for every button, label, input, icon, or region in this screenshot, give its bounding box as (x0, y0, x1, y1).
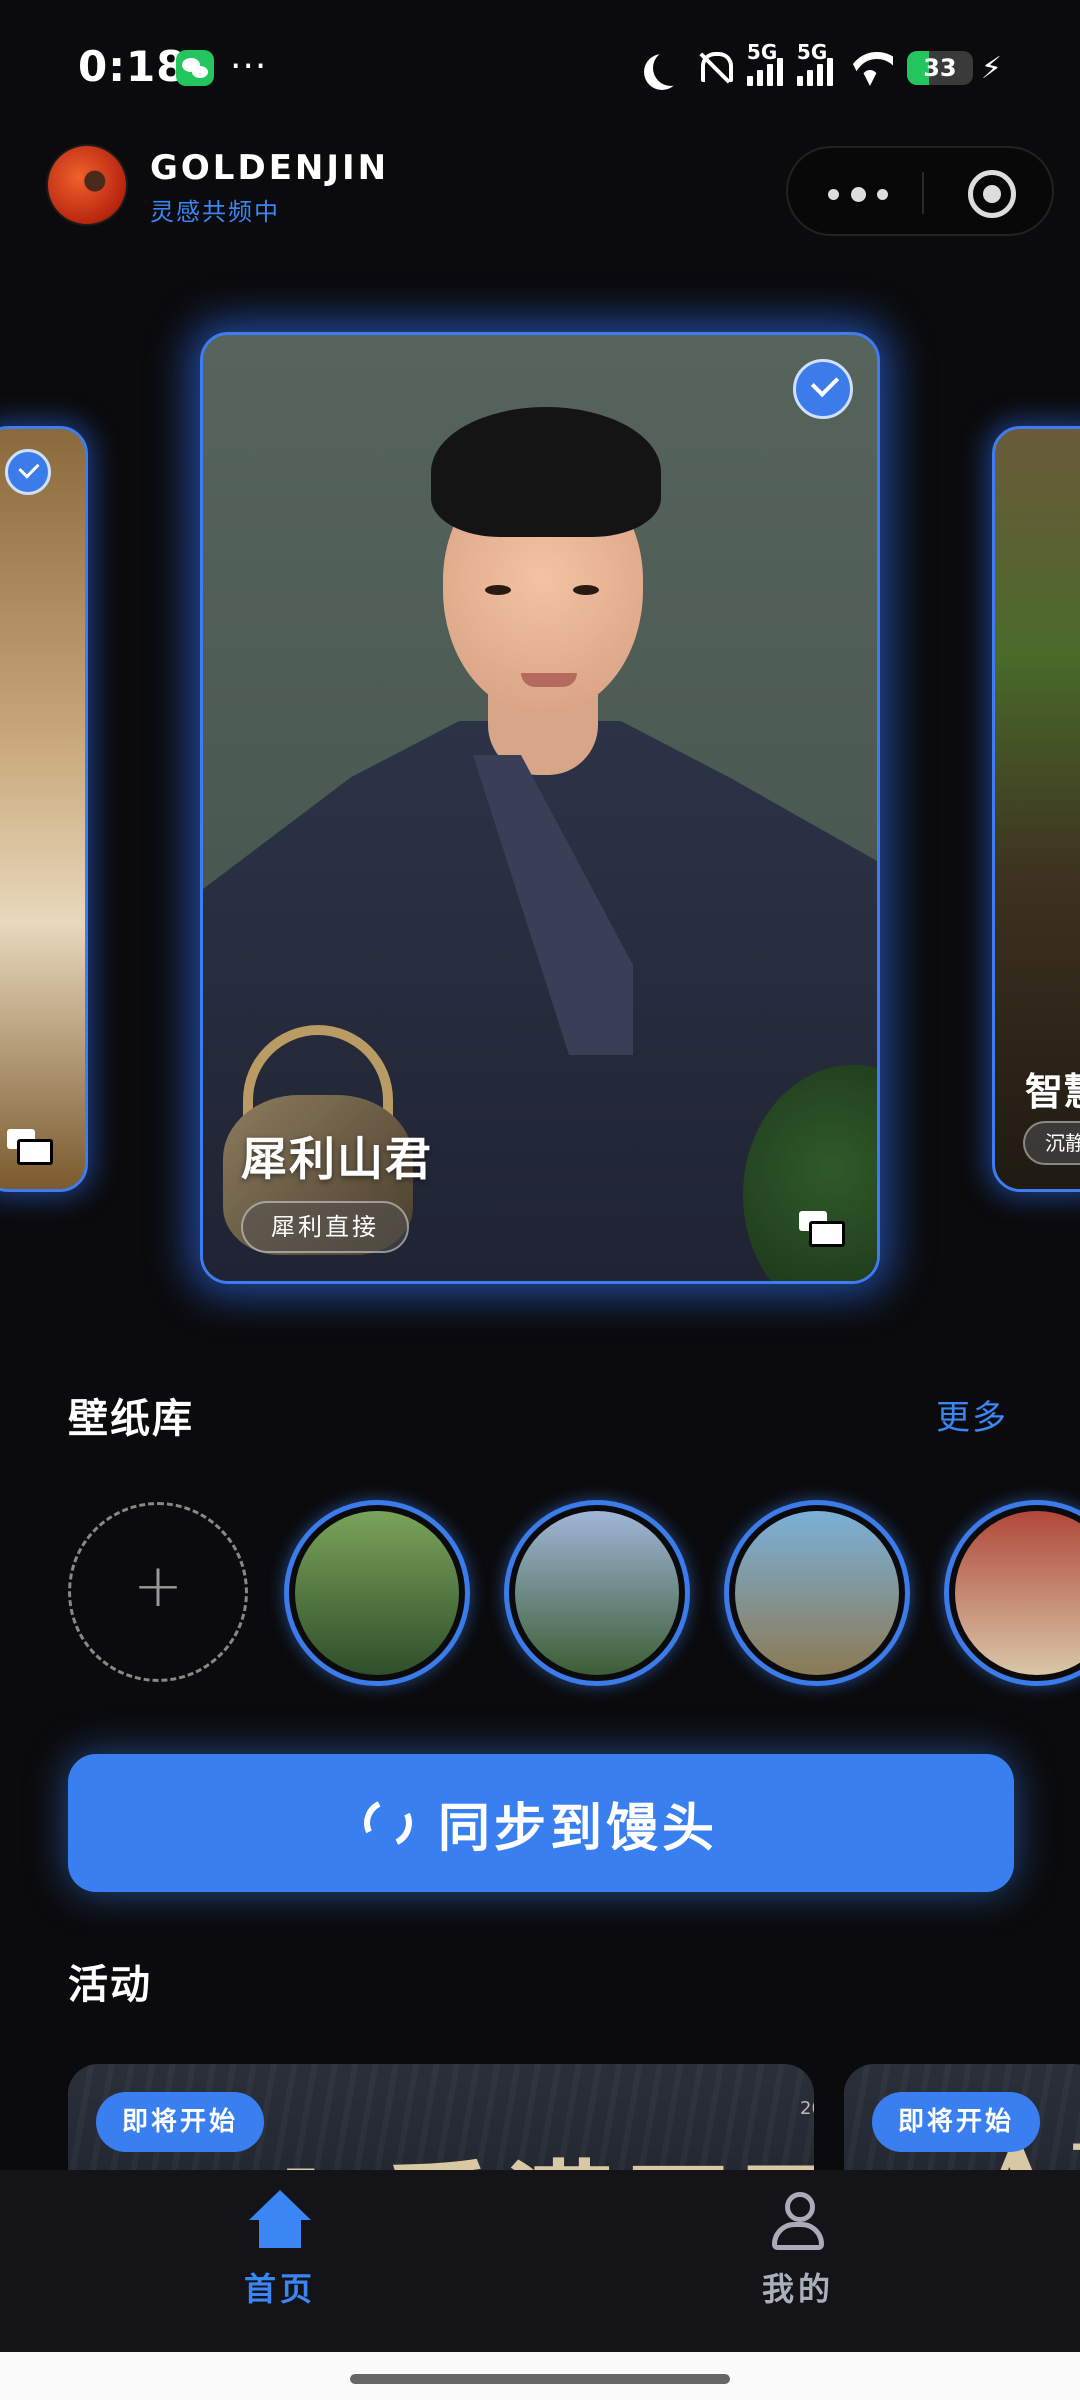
status-icons: 5G 5G 33 ⚡ (643, 40, 1002, 92)
selected-check-icon (5, 449, 51, 495)
network-type-label: 5G (796, 40, 828, 64)
status-bar: 0:18 ··· 5G 5G 33 ⚡ (0, 0, 1080, 130)
sync-button-label: 同步到馒头 (437, 1798, 718, 1859)
wallpaper-thumbnail[interactable] (724, 1500, 910, 1686)
wallpaper-section-title: 壁纸库 (68, 1396, 194, 1442)
persona-name: 犀利山君 (241, 1132, 433, 1186)
sync-icon (357, 1792, 419, 1854)
plus-icon: + (132, 1551, 184, 1621)
wallpaper-image (515, 1511, 679, 1675)
status-badge: 即将开始 (872, 2092, 1041, 2152)
persona-eye-left (485, 585, 511, 595)
more-notifications-icon: ··· (230, 46, 268, 87)
muted-bell-icon (693, 50, 733, 86)
close-target-icon[interactable] (968, 170, 1016, 218)
more-menu-icon[interactable] (828, 186, 888, 202)
user-icon (768, 2190, 828, 2250)
status-time: 0:18 (78, 42, 187, 91)
activity-section-title: 活动 (68, 1962, 152, 2008)
wallpaper-thumbnail[interactable] (284, 1500, 470, 1686)
persona-card-right[interactable]: 智慧 沉静 (992, 426, 1080, 1192)
tab-home[interactable]: 首页 (180, 2190, 380, 2310)
brand-name: GOLDENJIN (150, 148, 390, 188)
tab-home-label: 首页 (243, 2270, 316, 2308)
battery-level: 33 (923, 54, 957, 82)
wallpaper-image (955, 1511, 1080, 1675)
tab-bar: 首页 我的 (0, 2170, 1080, 2352)
mini-program-capsule (786, 146, 1054, 236)
add-wallpaper-button[interactable]: + (68, 1502, 248, 1682)
capsule-divider (922, 172, 924, 214)
signal-icon-1: 5G (746, 40, 783, 86)
persona-eye-right (573, 585, 599, 595)
persona-mouth (521, 673, 577, 687)
persona-hair (431, 407, 661, 537)
charging-icon: ⚡ (980, 50, 1002, 86)
avatar[interactable] (46, 144, 128, 226)
chat-icon[interactable] (799, 1211, 845, 1247)
wallpaper-thumbnail[interactable] (944, 1500, 1080, 1686)
status-badge: 即将开始 (96, 2092, 265, 2152)
do-not-disturb-icon (653, 50, 689, 86)
persona-name: 智慧 (1025, 1070, 1080, 1114)
wallpaper-image (735, 1511, 899, 1675)
persona-card-main[interactable]: 犀利山君 犀利直接 (200, 332, 880, 1284)
chat-icon[interactable] (7, 1129, 53, 1165)
tab-profile[interactable]: 我的 (698, 2190, 898, 2310)
home-indicator[interactable] (350, 2374, 730, 2384)
wechat-icon (176, 50, 214, 86)
more-link[interactable]: 更多 (936, 1390, 1008, 1439)
persona-tag: 沉静 (1023, 1121, 1080, 1165)
status-subtitle: 灵感共频中 (150, 198, 280, 226)
battery-icon: 33 (906, 51, 973, 85)
selected-check-icon (793, 359, 853, 419)
persona-tag: 犀利直接 (241, 1201, 409, 1253)
sync-button[interactable]: 同步到馒头 (68, 1754, 1014, 1892)
home-icon (249, 2190, 311, 2250)
wifi-icon (847, 50, 893, 86)
activity-year: 20 (800, 2098, 814, 2119)
wallpaper-image (295, 1511, 459, 1675)
signal-icon-2: 5G (796, 40, 833, 86)
wallpaper-thumbnail[interactable] (504, 1500, 690, 1686)
tab-profile-label: 我的 (761, 2270, 834, 2308)
persona-card-left[interactable] (0, 426, 88, 1192)
network-type-label: 5G (746, 40, 778, 64)
